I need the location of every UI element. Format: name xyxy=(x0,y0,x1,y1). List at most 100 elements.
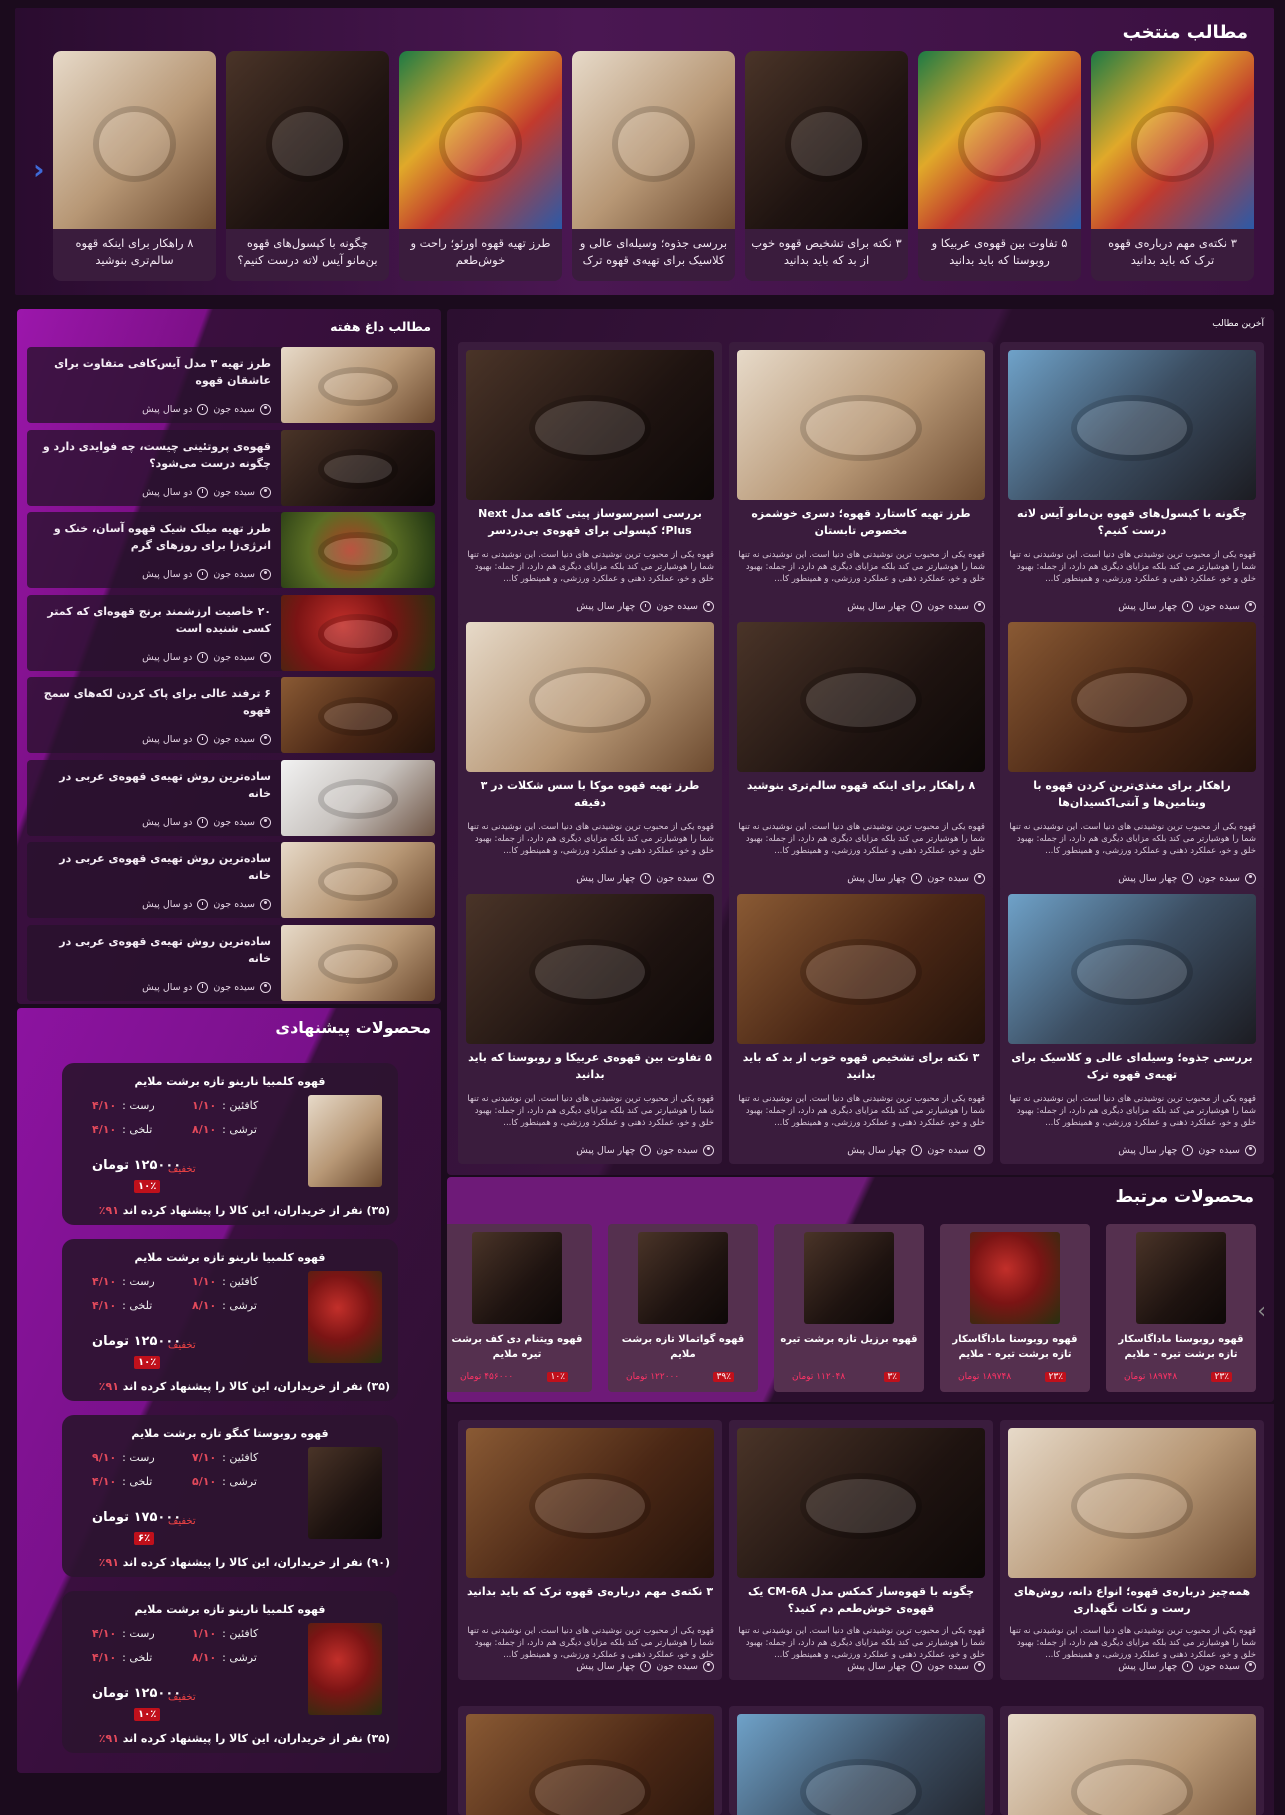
article-title: چگونه با قهوه‌ساز کمکس مدل CM-6A یک قهوه… xyxy=(748,1585,974,1615)
roast-attr: رست :۴/۱۰ xyxy=(92,1099,155,1112)
acidity-attr: ترشی :۸/۱۰ xyxy=(192,1123,257,1136)
weekly-item[interactable]: ساده‌ترین روش تهیه‌ی قهوه‌ی عربی در خانه… xyxy=(27,924,435,1001)
article-card[interactable]: طرز تهیه قهوه موکا با سس شکلات در ۳ دقیق… xyxy=(458,614,722,892)
acidity-value: ۸/۱۰ xyxy=(192,1299,217,1312)
author-name: سیده جون xyxy=(213,486,255,498)
article-meta: سیده جون چهار سال پیش xyxy=(576,1661,714,1672)
article-desc: قهوه یکی از محبوب ترین نوشیدنی های دنیا … xyxy=(1009,1626,1256,1660)
related-card[interactable]: قهوه روبوستا ماداگاسکار تازه برشت تیره -… xyxy=(940,1224,1090,1392)
article-card[interactable]: چگونه با کپسول‌های قهوه بن‌مانو آیس لاته… xyxy=(1000,342,1264,620)
article-card[interactable] xyxy=(1000,1706,1264,1815)
article-meta: سیده جون دو سال پیش xyxy=(142,486,271,498)
product-image xyxy=(1136,1232,1226,1324)
product-name: قهوه کلمبیا نارینو تازه برشت ملایم xyxy=(134,1251,326,1264)
article-desc: قهوه یکی از محبوب ترین نوشیدنی های دنیا … xyxy=(738,1626,985,1660)
bitterness-attr: تلخی :۴/۱۰ xyxy=(92,1651,153,1664)
clock-icon xyxy=(640,873,652,884)
related-price: ۱۲۲۰۰۰ تومان xyxy=(626,1372,680,1382)
clock-icon xyxy=(1182,873,1194,884)
weekly-image xyxy=(281,429,435,506)
featured-card[interactable]: ۸ راهکار برای اینکه قهوه سالم‌تری بنوشید xyxy=(53,51,216,281)
discount-badge: ۱۰٪ xyxy=(134,1356,161,1369)
roast-value: ۴/۱۰ xyxy=(92,1627,117,1640)
featured-card[interactable]: چگونه با کپسول‌های قهوه بن‌مانو آیس لاته… xyxy=(226,51,389,281)
article-card[interactable]: بررسی اسپرسوساز پیتی کافه مدل Next Plus؛… xyxy=(458,342,722,620)
user-icon xyxy=(1245,1661,1256,1672)
weekly-item-title: ساده‌ترین روش تهیه‌ی قهوه‌ی عربی در خانه xyxy=(59,769,271,800)
weekly-item[interactable]: ۲۰ خاصیت ارزشمند برنج قهوه‌ای که کمتر کس… xyxy=(27,594,435,671)
related-name: قهوه برزیل تازه برشت تیره xyxy=(780,1334,918,1345)
clock-icon xyxy=(911,873,923,884)
weekly-item[interactable]: ساده‌ترین روش تهیه‌ی قهوه‌ی عربی در خانه… xyxy=(27,842,435,918)
article-card[interactable]: چگونه با قهوه‌ساز کمکس مدل CM-6A یک قهوه… xyxy=(729,1420,993,1680)
article-card[interactable]: ۳ نکته‌ی مهم درباره‌ی قهوه ترک که باید ب… xyxy=(458,1420,722,1680)
post-time: چهار سال پیش xyxy=(576,873,636,884)
user-icon xyxy=(260,486,271,498)
featured-card[interactable]: بررسی جذوه؛ وسیله‌ای عالی و کلاسیک برای … xyxy=(572,51,735,281)
chevron-left-icon[interactable]: ‹ xyxy=(33,153,45,186)
product-image xyxy=(308,1623,382,1715)
weekly-image xyxy=(281,842,435,918)
article-card[interactable]: همه‌چیز درباره‌ی قهوه؛ انواع دانه، روش‌ه… xyxy=(1000,1420,1264,1680)
product-card[interactable]: قهوه روبوستا کنگو تازه برشت ملایم کافئین … xyxy=(62,1415,398,1577)
author-name: سیده جون xyxy=(927,601,969,612)
featured-card[interactable]: ۳ نکته‌ی مهم درباره‌ی قهوه ترک که باید ب… xyxy=(1091,51,1254,281)
post-time: چهار سال پیش xyxy=(847,1661,907,1672)
post-time: دو سال پیش xyxy=(142,486,193,498)
recommend-text: (۳۵) نفر از خریداران، این کالا را پیشنها… xyxy=(98,1732,390,1745)
article-image xyxy=(737,1714,985,1815)
featured-card[interactable]: ۵ تفاوت بین قهوه‌ی عربیکا و روبوستا که ب… xyxy=(918,51,1081,281)
weekly-item[interactable]: قهوه‌ی پروتئینی چیست، چه فوایدی دارد و چ… xyxy=(27,429,435,506)
article-card[interactable] xyxy=(458,1706,722,1815)
related-price: ۱۸۹۷۴۸ تومان xyxy=(958,1372,1012,1382)
product-card[interactable]: قهوه کلمبیا نارینو تازه برشت ملایم کافئین… xyxy=(62,1239,398,1401)
article-image xyxy=(466,1714,714,1815)
recommend-text: (۳۵) نفر از خریداران، این کالا را پیشنها… xyxy=(98,1204,390,1217)
user-icon xyxy=(260,651,271,663)
user-icon xyxy=(260,899,271,910)
article-meta: سیده جون دو سال پیش xyxy=(142,404,271,415)
article-card[interactable]: ۳ نکته برای تشخیص قهوه خوب از بد که باید… xyxy=(729,886,993,1164)
author-name: سیده جون xyxy=(656,601,698,612)
article-image xyxy=(1008,1428,1256,1578)
user-icon xyxy=(1245,873,1256,884)
product-image xyxy=(308,1447,382,1539)
featured-card[interactable]: ۳ نکته برای تشخیص قهوه خوب از بد که باید… xyxy=(745,51,908,281)
related-card[interactable]: قهوه گواتمالا تازه برشت ملایم ۱۲۲۰۰۰ توما… xyxy=(608,1224,758,1392)
article-title: چگونه با کپسول‌های قهوه بن‌مانو آیس لاته… xyxy=(1017,507,1247,537)
article-image xyxy=(466,622,714,772)
product-card[interactable]: قهوه کلمبیا نارینو تازه برشت ملایم کافئین… xyxy=(62,1591,398,1753)
weekly-item[interactable]: طرز تهیه ۳ مدل آیس‌کافی متفاوت برای عاشق… xyxy=(27,347,435,423)
weekly-hot-section: مطالب داغ هفته طرز تهیه ۳ مدل آیس‌کافی م… xyxy=(17,309,441,1004)
post-time: چهار سال پیش xyxy=(576,601,636,612)
caffeine-attr: کافئین :۱/۱۰ xyxy=(192,1275,259,1288)
weekly-item[interactable]: ساده‌ترین روش تهیه‌ی قهوه‌ی عربی در خانه… xyxy=(27,759,435,836)
weekly-item[interactable]: ۶ ترفند عالی برای پاک کردن لکه‌های سمج ق… xyxy=(27,677,435,753)
author-name: سیده جون xyxy=(1198,1661,1240,1672)
article-meta: سیده جون دو سال پیش xyxy=(142,734,271,745)
product-card[interactable]: قهوه کلمبیا نارینو تازه برشت ملایم کافئین… xyxy=(62,1063,398,1225)
weekly-item[interactable]: طرز تهیه میلک شیک قهوه آسان، خنک و انرژی… xyxy=(27,512,435,588)
article-title: ۵ تفاوت بین قهوه‌ی عربیکا و روبوستا که ب… xyxy=(468,1051,712,1081)
featured-card[interactable]: طرز تهیه قهوه اورئو؛ راحت و خوش‌طعم xyxy=(399,51,562,281)
roast-value: ۴/۱۰ xyxy=(92,1275,117,1288)
clock-icon xyxy=(197,734,209,745)
article-image xyxy=(466,1428,714,1578)
chevron-right-icon[interactable]: › xyxy=(1257,1299,1266,1324)
related-card[interactable]: قهوه ویتنام دی کف برشت تیره ملایم ۴۵۶۰۰۰ … xyxy=(447,1224,592,1392)
related-products-section: محصولات مرتبط قهوه روبوستا ماداگاسکار تا… xyxy=(447,1177,1274,1402)
related-card[interactable]: قهوه برزیل تازه برشت تیره ۱۱۲۰۴۸ تومان ۳٪ xyxy=(774,1224,924,1392)
article-card[interactable] xyxy=(729,1706,993,1815)
article-card[interactable]: ۵ تفاوت بین قهوه‌ی عربیکا و روبوستا که ب… xyxy=(458,886,722,1164)
article-card[interactable]: بررسی جذوه؛ وسیله‌ای عالی و کلاسیک برای … xyxy=(1000,886,1264,1164)
acidity-attr: ترشی :۵/۱۰ xyxy=(192,1475,257,1488)
related-card[interactable]: قهوه روبوستا ماداگاسکار تازه برشت تیره -… xyxy=(1106,1224,1256,1392)
post-time: چهار سال پیش xyxy=(1118,1661,1178,1672)
article-card[interactable]: راهکار برای مغذی‌ترین کردن قهوه با ویتام… xyxy=(1000,614,1264,892)
featured-card-title: طرز تهیه قهوه اورئو؛ راحت و خوش‌طعم xyxy=(410,236,551,267)
article-card[interactable]: ۸ راهکار برای اینکه قهوه سالم‌تری بنوشید… xyxy=(729,614,993,892)
article-card[interactable]: طرز تهیه کاستارد قهوه؛ دسری خوشمزه مخصوص… xyxy=(729,342,993,620)
roast-attr: رست :۴/۱۰ xyxy=(92,1627,155,1640)
article-meta: سیده جون چهار سال پیش xyxy=(1118,1145,1256,1156)
author-name: سیده جون xyxy=(213,651,255,663)
